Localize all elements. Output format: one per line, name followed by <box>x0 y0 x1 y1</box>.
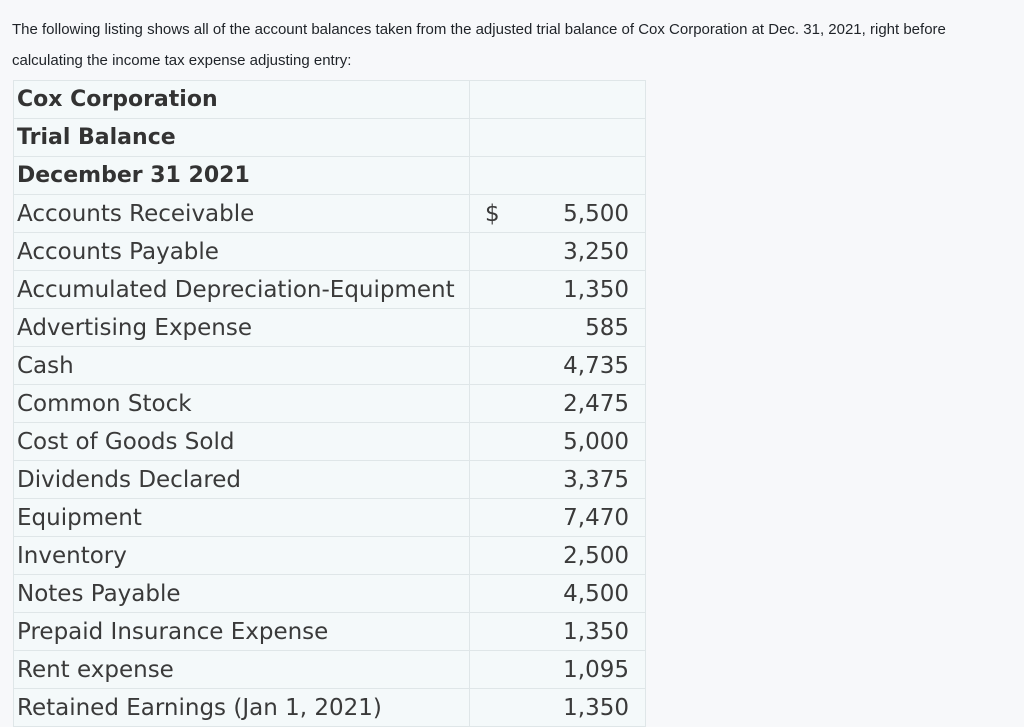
header-row: Trial Balance <box>13 118 646 157</box>
amount-cell: 1,350 <box>469 270 646 309</box>
account-name: Inventory <box>13 536 470 575</box>
amount-cell: 585 <box>469 308 646 347</box>
table-row: Cost of Goods Sold 5,000 <box>13 422 646 461</box>
amount-cell: 5,000 <box>469 422 646 461</box>
company-name: Cox Corporation <box>13 80 470 119</box>
amount-value: 1,350 <box>563 694 629 721</box>
amount-value: 2,500 <box>563 542 629 569</box>
table-row: Advertising Expense 585 <box>13 308 646 347</box>
amount-cell: 7,470 <box>469 498 646 537</box>
amount-cell: 1,350 <box>469 612 646 651</box>
table-row: Accounts Payable 3,250 <box>13 232 646 271</box>
account-name: Cash <box>13 346 470 385</box>
amount-cell: 2,475 <box>469 384 646 423</box>
amount-cell: 3,375 <box>469 460 646 499</box>
amount-cell: $ 5,500 <box>469 194 646 233</box>
amount-value: 3,375 <box>563 466 629 493</box>
amount-cell: 2,500 <box>469 536 646 575</box>
account-name: Common Stock <box>13 384 470 423</box>
table-row: Rent expense 1,095 <box>13 650 646 689</box>
amount-cell: 1,095 <box>469 650 646 689</box>
account-name: Dividends Declared <box>13 460 470 499</box>
table-row: Prepaid Insurance Expense 1,350 <box>13 612 646 651</box>
amount-cell: 1,350 <box>469 688 646 727</box>
trial-balance-table: Cox Corporation Trial Balance December 3… <box>13 80 646 727</box>
amount-value: 1,350 <box>563 276 629 303</box>
header-empty-cell <box>469 118 646 157</box>
account-name: Cost of Goods Sold <box>13 422 470 461</box>
table-row: Notes Payable 4,500 <box>13 574 646 613</box>
account-name: Accounts Receivable <box>13 194 470 233</box>
table-row: Cash 4,735 <box>13 346 646 385</box>
amount-value: 4,735 <box>563 352 629 379</box>
account-name: Rent expense <box>13 650 470 689</box>
amount-value: 2,475 <box>563 390 629 417</box>
table-row: Equipment 7,470 <box>13 498 646 537</box>
account-name: Notes Payable <box>13 574 470 613</box>
table-row: Common Stock 2,475 <box>13 384 646 423</box>
header-empty-cell <box>469 80 646 119</box>
amount-value: 5,500 <box>563 200 629 227</box>
amount-value: 4,500 <box>563 580 629 607</box>
amount-value: 5,000 <box>563 428 629 455</box>
header-row: December 31 2021 <box>13 156 646 195</box>
amount-value: 7,470 <box>563 504 629 531</box>
table-row: Retained Earnings (Jan 1, 2021) 1,350 <box>13 688 646 727</box>
currency-symbol: $ <box>485 200 500 227</box>
account-name: Accumulated Depreciation-Equipment <box>13 270 470 309</box>
table-row: Accounts Receivable $ 5,500 <box>13 194 646 233</box>
account-name: Accounts Payable <box>13 232 470 271</box>
table-row: Inventory 2,500 <box>13 536 646 575</box>
amount-value: 1,350 <box>563 618 629 645</box>
amount-value: 1,095 <box>563 656 629 683</box>
account-name: Prepaid Insurance Expense <box>13 612 470 651</box>
account-name: Equipment <box>13 498 470 537</box>
header-row: Cox Corporation <box>13 80 646 119</box>
amount-cell: 4,500 <box>469 574 646 613</box>
account-name: Advertising Expense <box>13 308 470 347</box>
amount-value: 585 <box>585 314 629 341</box>
table-row: Accumulated Depreciation-Equipment 1,350 <box>13 270 646 309</box>
amount-cell: 4,735 <box>469 346 646 385</box>
intro-text: The following listing shows all of the a… <box>12 21 946 69</box>
statement-date: December 31 2021 <box>13 156 470 195</box>
header-empty-cell <box>469 156 646 195</box>
amount-value: 3,250 <box>563 238 629 265</box>
statement-title: Trial Balance <box>13 118 470 157</box>
account-name: Retained Earnings (Jan 1, 2021) <box>13 688 470 727</box>
table-row: Dividends Declared 3,375 <box>13 460 646 499</box>
amount-cell: 3,250 <box>469 232 646 271</box>
